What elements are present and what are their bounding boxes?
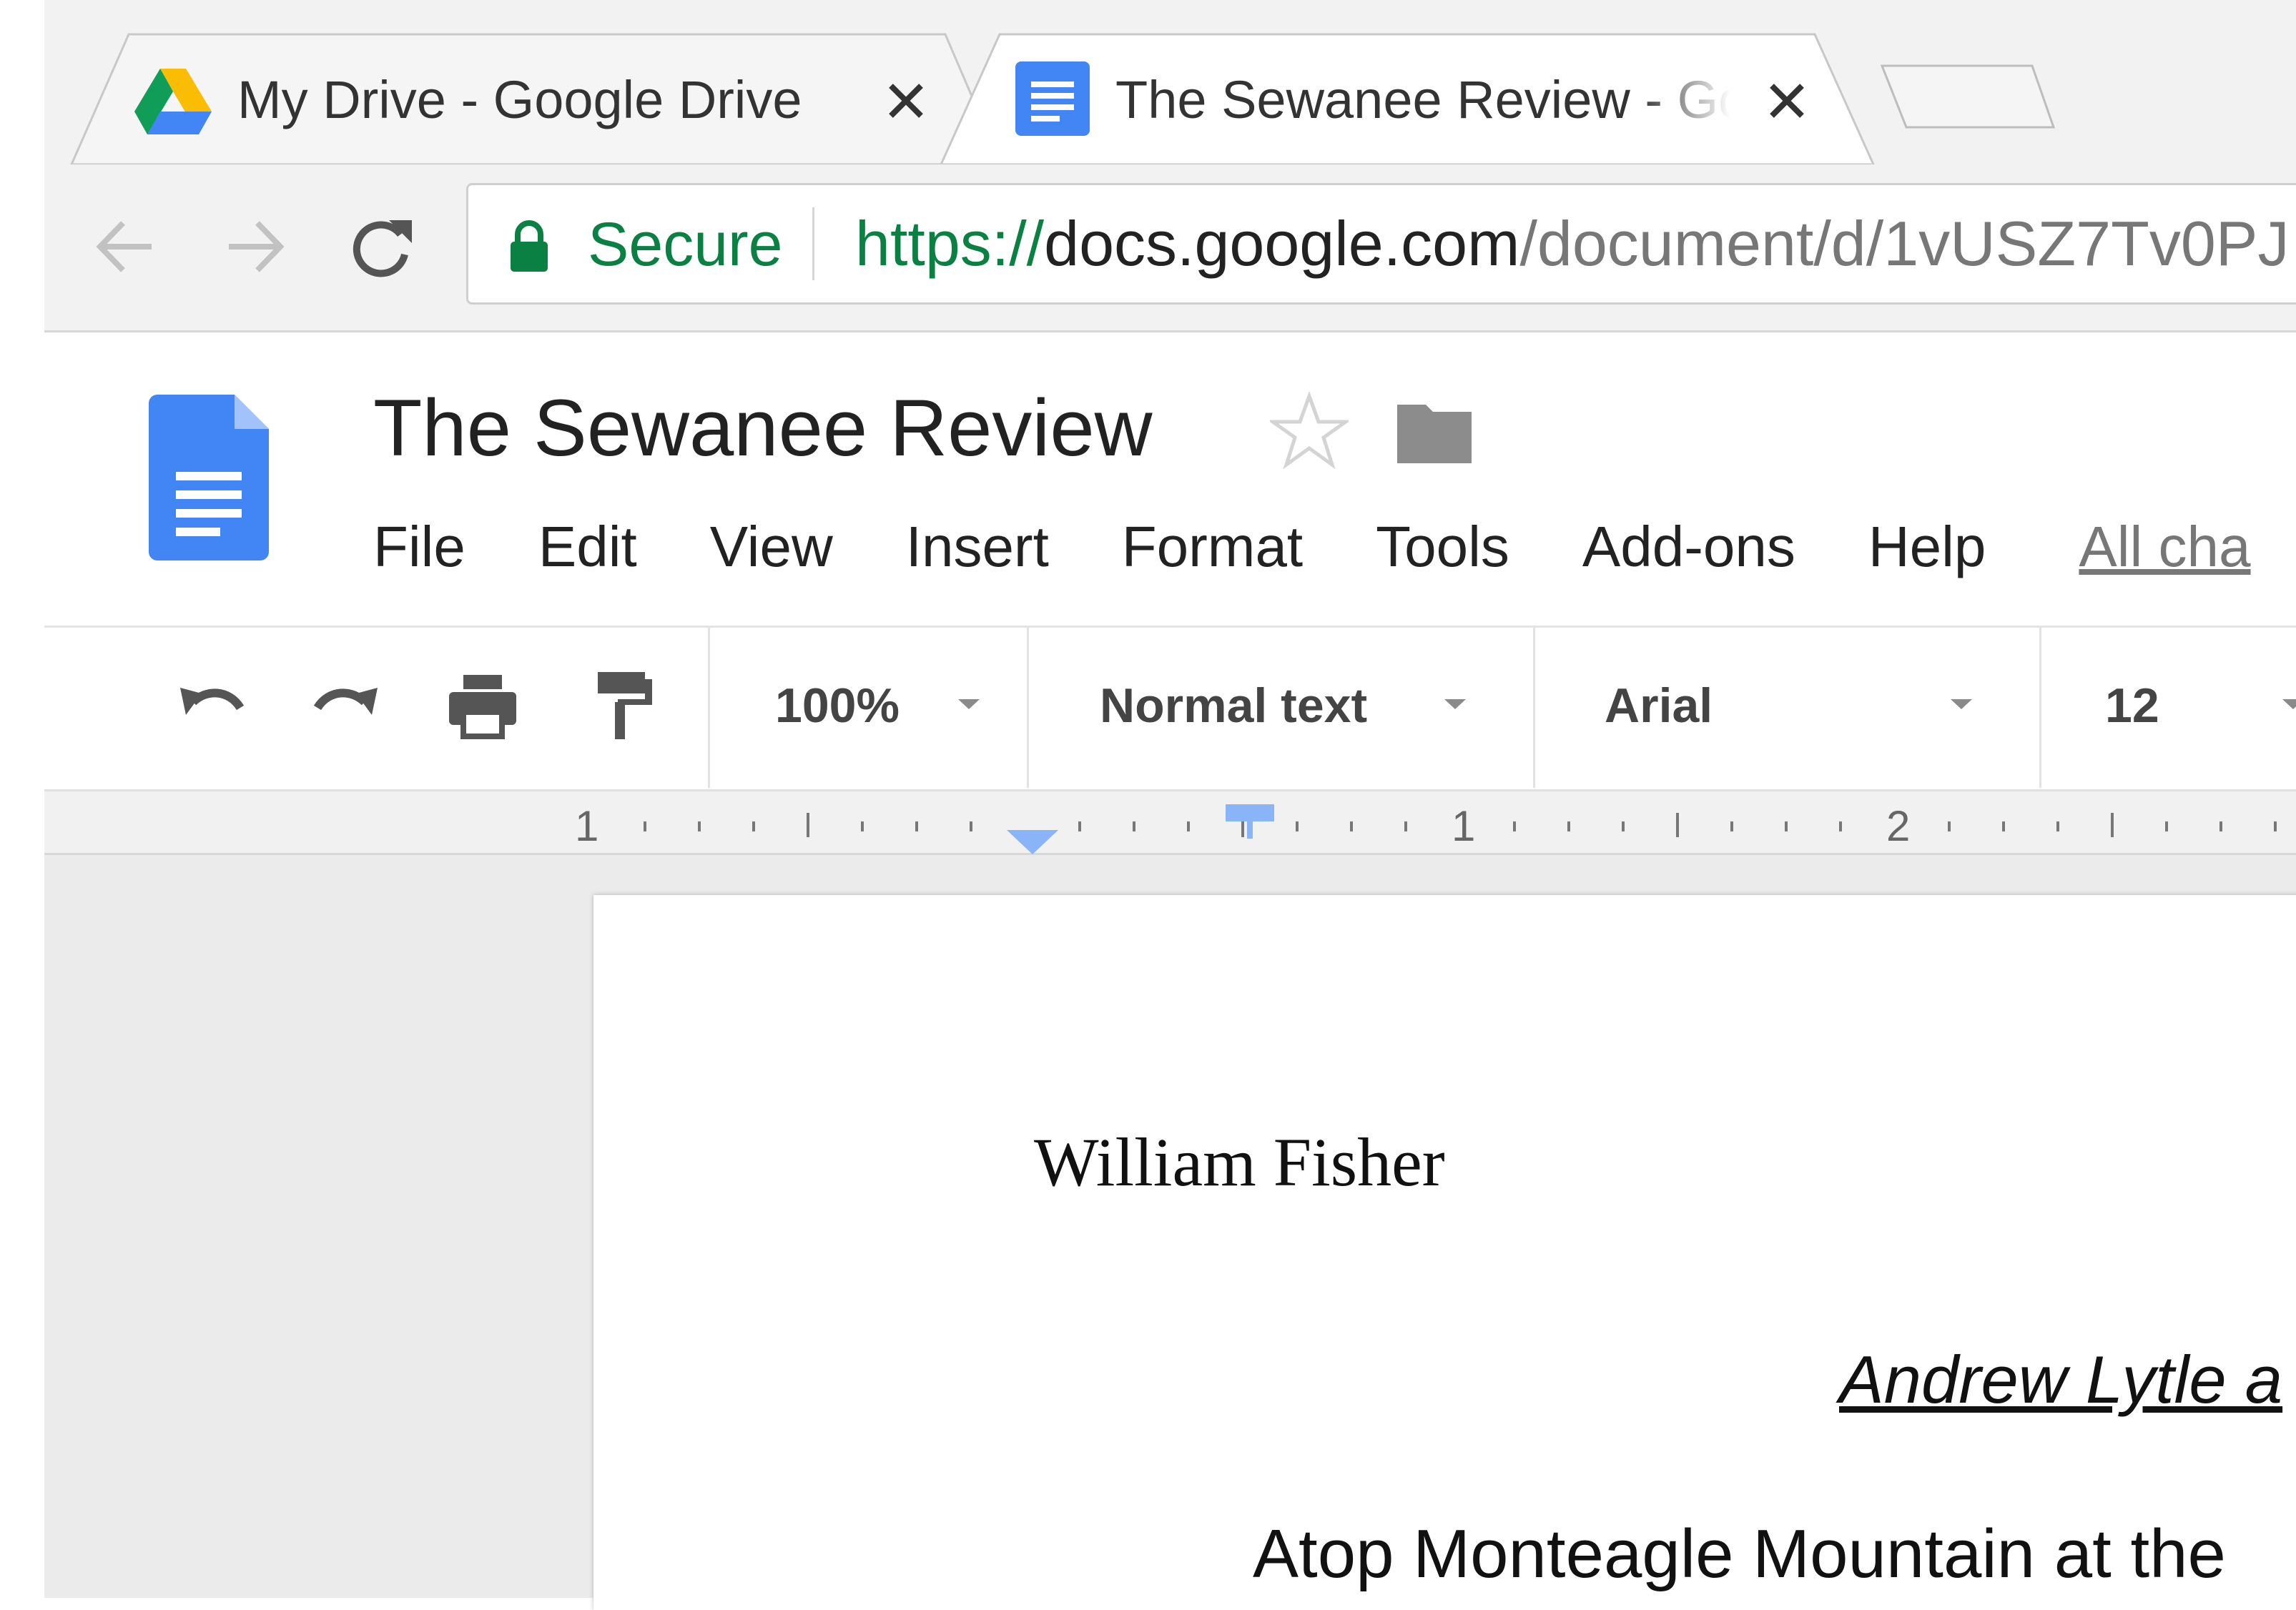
toolbar-separator	[2039, 628, 2041, 788]
url-path: /document/d/1vUSZ7Tv0PJ	[1519, 208, 2290, 279]
chevron-down-icon	[1951, 699, 1972, 709]
paint-format-button[interactable]	[583, 665, 662, 744]
lock-icon	[511, 220, 548, 272]
font-value: Arial	[1605, 678, 1713, 733]
toolbar-separator	[1533, 628, 1535, 788]
font-size-dropdown[interactable]	[2042, 629, 2296, 786]
close-icon	[889, 84, 923, 118]
print-button[interactable]	[443, 665, 522, 744]
tab-sewanee-title: The Sewanee Review - Go	[1115, 70, 1730, 129]
google-docs-icon	[1015, 61, 1090, 136]
toolbar-separator	[708, 628, 710, 788]
font-size-value: 12	[2105, 678, 2159, 733]
save-status-link[interactable]: All cha	[2079, 511, 2250, 583]
toolbar-separator	[1027, 628, 1029, 788]
tab-my-drive-title: My Drive - Google Drive	[237, 70, 802, 129]
ruler[interactable]: 1 1 2	[44, 789, 2296, 855]
chevron-down-icon	[1444, 699, 1466, 709]
forward-button[interactable]	[219, 207, 290, 286]
close-icon	[1770, 84, 1804, 118]
document-title[interactable]: The Sewanee Review	[373, 382, 1152, 475]
document-author-line[interactable]: William Fisher	[1034, 1120, 1445, 1205]
menu-bar: File Edit View Insert Format Tools Add-o…	[373, 508, 2251, 586]
redo-icon	[313, 688, 378, 715]
menu-tools[interactable]: Tools	[1376, 511, 1509, 583]
forward-arrow-icon	[229, 221, 285, 272]
menu-format[interactable]: Format	[1122, 511, 1303, 583]
back-button[interactable]	[90, 207, 162, 286]
url-divider	[812, 207, 814, 280]
menu-insert[interactable]: Insert	[906, 511, 1049, 583]
google-drive-icon	[134, 69, 212, 134]
chevron-down-icon	[958, 699, 980, 709]
url-host: docs.google.com	[1044, 208, 1520, 279]
tab-my-drive-close-button[interactable]	[881, 71, 931, 129]
ruler-label: 1	[1452, 802, 1476, 850]
menu-file[interactable]: File	[373, 511, 465, 583]
reload-icon	[353, 220, 412, 277]
document-body-text[interactable]: Atop Monteagle Mountain at the	[1253, 1511, 2226, 1597]
new-tab-button[interactable]	[1880, 64, 2056, 129]
print-icon	[449, 675, 516, 739]
menu-edit[interactable]: Edit	[538, 511, 637, 583]
ruler-label: 2	[1886, 802, 1911, 850]
chevron-down-icon	[2282, 699, 2296, 709]
ruler-label: 1	[575, 802, 599, 850]
ruler-ticks	[644, 804, 2277, 854]
star-icon[interactable]	[1270, 392, 1349, 470]
url-text[interactable]: https://docs.google.com/document/d/1vUSZ…	[855, 207, 2289, 280]
folder-icon[interactable]	[1394, 397, 1474, 466]
undo-button[interactable]	[172, 665, 250, 744]
url-scheme: https://	[855, 208, 1045, 279]
docs-logo-icon[interactable]	[149, 395, 269, 560]
tab-sewanee-close-button[interactable]	[1762, 71, 1812, 129]
zoom-value: 100%	[775, 678, 900, 733]
paint-format-icon	[598, 672, 652, 739]
back-arrow-icon	[96, 221, 152, 272]
menu-add-ons[interactable]: Add-ons	[1582, 511, 1795, 583]
redo-button[interactable]	[307, 665, 386, 744]
undo-icon	[180, 688, 245, 715]
document-heading[interactable]: Andrew Lytle a	[1839, 1337, 2282, 1423]
menu-help[interactable]: Help	[1868, 511, 1986, 583]
reload-button[interactable]	[346, 207, 418, 286]
menu-view[interactable]: View	[710, 511, 833, 583]
secure-label[interactable]: Secure	[588, 209, 783, 280]
document-page[interactable]	[593, 895, 2296, 1610]
paragraph-style-value: Normal text	[1100, 678, 1368, 733]
